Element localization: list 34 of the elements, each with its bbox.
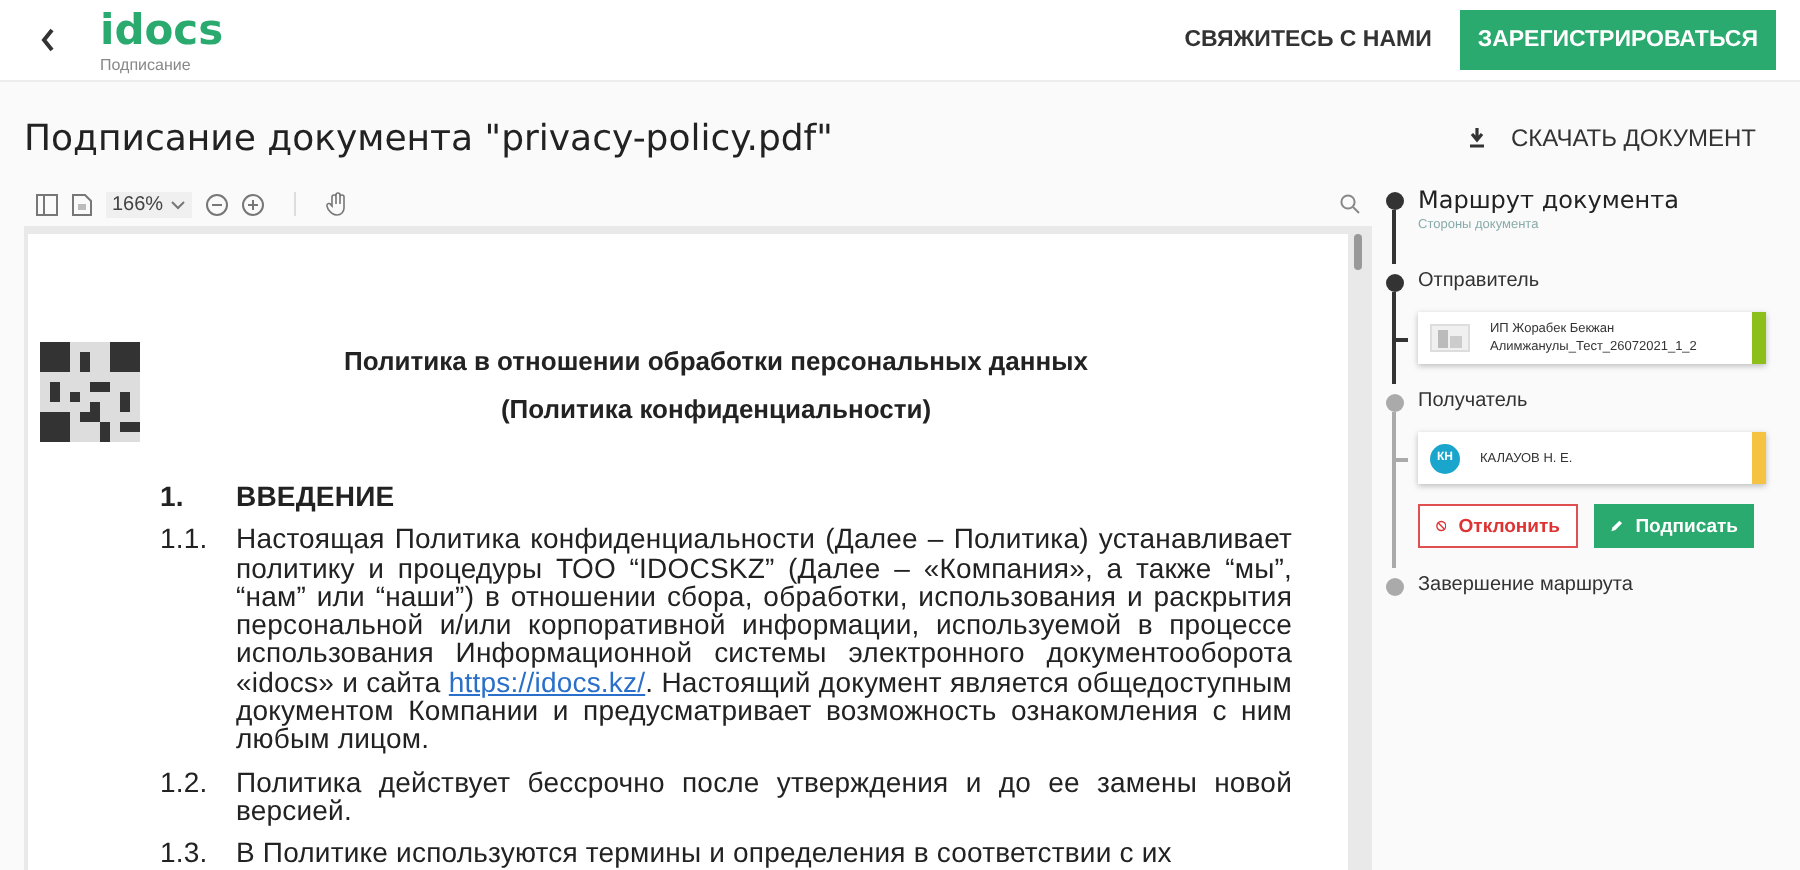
paragraph: Настоящая Политика конфиденциальности (Далее – Политика) устанавливает политику и процедуры ТОО “IDOCSKZ” (Далее – «Компания», а также “мы”, “нам” или “наши”) в отношении сбора, обработки, использования и раскрытия персональной и/или корпоративной информации, используемой в процессе использования Информационной системы электронного документооборота «idocs» и сайта https://idocs.kz/. Настоящий документ является общедоступным документом Компании и предусматривает возможность ознакомления с ним любым лицом. (236, 524, 1292, 754)
page-icon[interactable] (72, 193, 92, 215)
route-title: Маршрут документа (1418, 184, 1681, 218)
download-icon (1468, 128, 1487, 148)
zoom-dropdown[interactable]: 166% (106, 191, 192, 217)
section-number: 1. (160, 482, 186, 511)
step-label: Получатель (1418, 388, 1530, 416)
zoom-out-icon[interactable] (205, 193, 228, 215)
reject-button[interactable]: Отклонить (1418, 504, 1578, 548)
contact-link[interactable]: СВЯЖИТЕСЬ С НАМИ (1184, 28, 1432, 52)
prohibited-icon (1436, 516, 1447, 536)
sidebar-toggle-icon[interactable] (36, 193, 58, 215)
pencil-icon (1610, 516, 1624, 536)
logo-caption: Подписание (100, 55, 193, 73)
qr-code-icon (40, 342, 140, 442)
building-icon (1430, 324, 1470, 352)
chevron-down-icon (169, 199, 186, 209)
section-number: 1.3. (160, 838, 210, 868)
paragraph: В Политике используются термины и определения в соответствии с их (236, 838, 1174, 868)
paragraph: Политика действует бессрочно после утверждения и до ее замены новой версией. (236, 767, 1292, 825)
document-heading: Политика в отношении обработки персональных данных (342, 344, 1090, 380)
search-icon[interactable] (1340, 194, 1360, 214)
chevron-left-icon (40, 28, 56, 52)
download-button[interactable]: СКАЧАТЬ ДОКУМЕНТ (1456, 122, 1768, 154)
document-subheading: (Политика конфиденциальности) (498, 392, 934, 428)
step-label: Отправитель (1418, 268, 1542, 296)
step-label: Завершение маршрута (1418, 572, 1635, 600)
website-link[interactable]: https://idocs.kz/ (448, 665, 646, 698)
section-number: 1.1. (160, 524, 210, 559)
section-heading: ВВЕДЕНИЕ (236, 482, 397, 511)
section-number: 1.2. (160, 767, 210, 802)
zoom-in-icon[interactable] (241, 193, 264, 215)
page-title: Подписание документа "privacy-policy.pdf" (24, 117, 835, 159)
hand-icon[interactable] (325, 192, 348, 216)
